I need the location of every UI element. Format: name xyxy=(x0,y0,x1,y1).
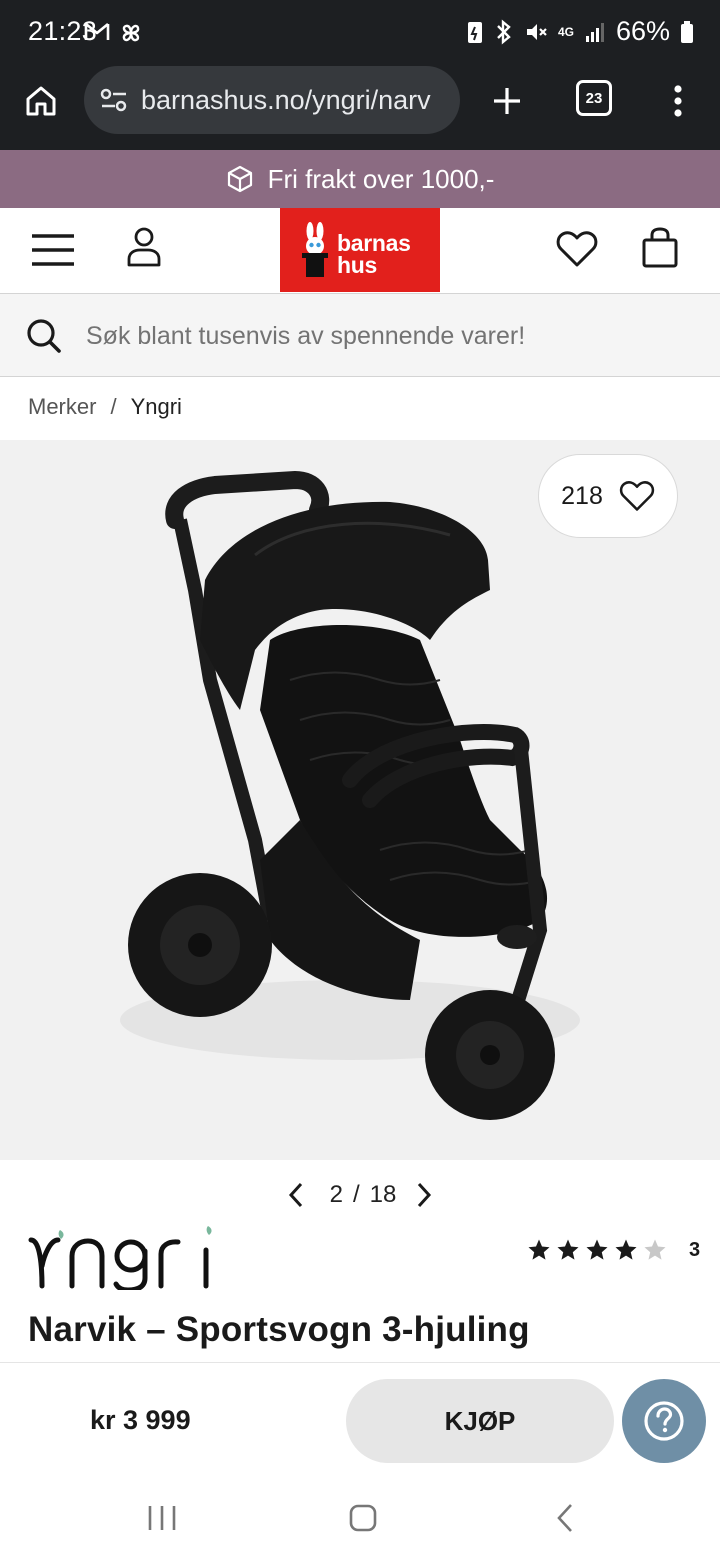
plus-icon xyxy=(494,88,520,114)
cart-button[interactable] xyxy=(640,226,682,272)
help-button[interactable] xyxy=(622,1379,706,1463)
product-image-gallery[interactable]: 218 xyxy=(0,440,720,1160)
breadcrumb-separator: / xyxy=(110,394,117,419)
site-header: barnas hus xyxy=(0,208,720,292)
breadcrumb-item-yngri[interactable]: Yngri xyxy=(131,394,182,420)
site-settings-icon[interactable] xyxy=(100,87,128,113)
search-bar[interactable]: Søk blant tusenvis av spennende varer! xyxy=(0,293,720,377)
buy-bar: kr 3 999 KJØP xyxy=(0,1362,720,1476)
bluetooth-icon xyxy=(497,18,511,45)
chevron-left-icon[interactable] xyxy=(286,1181,306,1209)
battery-saver-icon xyxy=(467,21,482,43)
pager-separator: / xyxy=(352,1181,360,1208)
battery-icon xyxy=(681,20,693,43)
hamburger-icon xyxy=(32,234,74,266)
back-nav-icon[interactable] xyxy=(554,1502,576,1534)
tab-count: 23 xyxy=(585,89,603,107)
mute-icon xyxy=(526,23,547,40)
rabbit-hat-icon xyxy=(302,222,328,277)
browser-toolbar: barnashus.no/yngri/narv 23 xyxy=(0,66,720,150)
signal-icon xyxy=(585,22,604,42)
review-count: 3 xyxy=(689,1238,701,1261)
home-button[interactable] xyxy=(18,78,64,124)
heart-outline-icon xyxy=(619,481,655,511)
recent-apps-icon[interactable] xyxy=(146,1504,178,1532)
total-image-count: 18 xyxy=(369,1181,397,1208)
url-text: barnashus.no/yngri/narv xyxy=(141,85,431,115)
network-type: 4G xyxy=(557,24,574,39)
star-empty-icon xyxy=(644,1239,666,1260)
more-vert-icon xyxy=(674,85,682,117)
product-rating[interactable]: 3 xyxy=(526,1238,700,1262)
promo-text: Fri frakt over 1000,- xyxy=(267,163,495,194)
battery-percent: 66% xyxy=(615,16,670,46)
heart-icon xyxy=(556,231,598,267)
help-question-icon xyxy=(644,1401,684,1441)
star-filled-icon xyxy=(615,1239,637,1260)
search-icon xyxy=(27,319,61,353)
star-filled-icon xyxy=(586,1239,608,1260)
star-filled-icon xyxy=(557,1239,579,1260)
menu-button[interactable] xyxy=(30,232,78,272)
brand-logo-yngri[interactable] xyxy=(28,1226,218,1306)
favorite-count: 218 xyxy=(561,481,603,510)
package-icon xyxy=(227,165,252,193)
account-button[interactable] xyxy=(126,226,166,274)
image-pager: 2 / 18 xyxy=(0,1175,720,1215)
wishlist-button[interactable] xyxy=(556,230,600,272)
tab-switcher-button[interactable]: 23 xyxy=(576,80,612,116)
product-price: kr 3 999 xyxy=(90,1405,191,1435)
browser-menu-button[interactable] xyxy=(660,78,696,124)
pinwheel-icon xyxy=(122,24,140,42)
yngri-logo xyxy=(28,1226,212,1293)
home-icon xyxy=(26,86,56,116)
barnashus-logo[interactable]: barnas hus xyxy=(280,208,440,292)
android-navigation-bar xyxy=(0,1476,720,1560)
gmail-icon xyxy=(84,22,110,40)
buy-button[interactable]: KJØP xyxy=(346,1379,614,1463)
free-shipping-banner: Fri frakt over 1000,- xyxy=(0,150,720,208)
user-icon xyxy=(127,227,161,267)
new-tab-button[interactable] xyxy=(484,78,530,124)
product-title: Narvik – Sportsvogn 3-hjuling xyxy=(28,1310,530,1349)
breadcrumb: Merker / Yngri xyxy=(28,394,182,420)
logo-text: barnas hus xyxy=(337,230,411,278)
status-bar: 21:23 4G 66% xyxy=(0,0,720,66)
address-bar[interactable]: barnashus.no/yngri/narv xyxy=(84,66,460,134)
star-filled-icon xyxy=(528,1239,550,1260)
chevron-right-icon[interactable] xyxy=(414,1181,434,1209)
current-image-number: 2 xyxy=(329,1181,343,1208)
favorite-count-button[interactable]: 218 xyxy=(538,454,678,538)
shopping-bag-icon xyxy=(642,227,678,268)
product-image-stroller[interactable] xyxy=(0,440,720,1160)
search-input[interactable]: Søk blant tusenvis av spennende varer! xyxy=(86,322,525,351)
breadcrumb-item-merker[interactable]: Merker xyxy=(28,394,96,420)
home-nav-icon[interactable] xyxy=(348,1503,378,1533)
